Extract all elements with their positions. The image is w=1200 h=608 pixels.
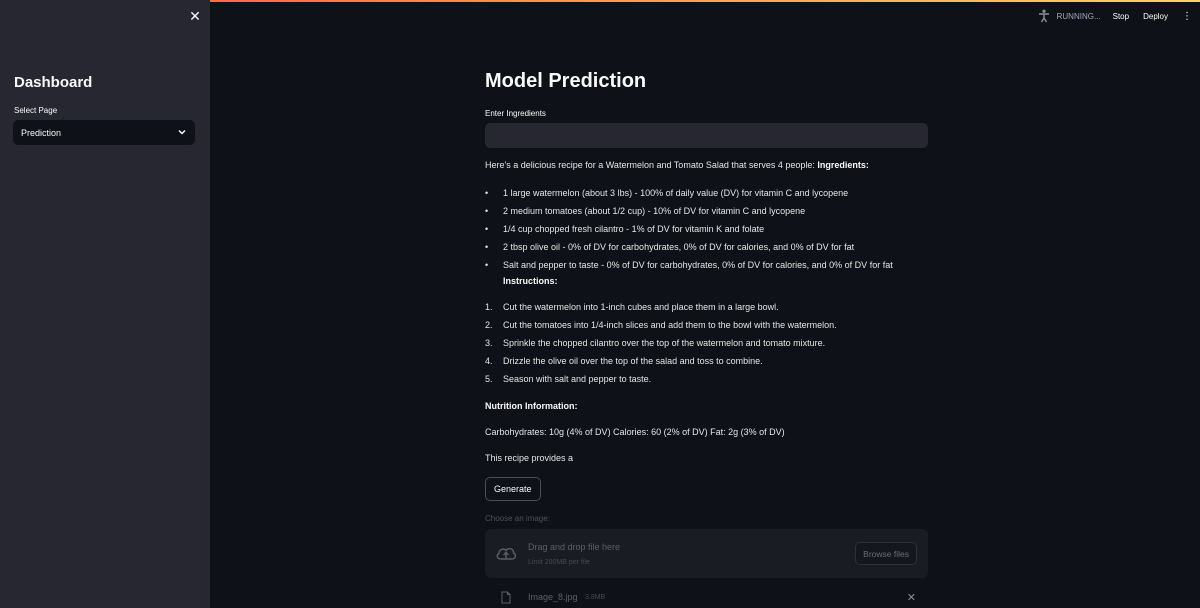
bullet-marker: • [485,224,489,234]
bullet-marker: • [485,188,489,198]
instruction-text: Cut the tomatoes into 1/4-inch slices an… [503,320,837,330]
instructions-heading: Instructions: [503,276,558,286]
browse-files-button[interactable]: Browse files [855,542,917,565]
cloud-upload-icon [496,547,517,560]
app-header-actions: RUNNING... Stop Deploy ⋮ [1037,5,1200,27]
step-number: 1. [485,302,493,312]
step-number: 4. [485,356,493,366]
instruction-text: Cut the watermelon into 1-inch cubes and… [503,302,779,312]
file-size: 3.8MB [585,594,606,601]
nutrition-heading: Nutrition Information: [485,401,578,411]
ingredient-text: 1/4 cup chopped fresh cilantro - 1% of D… [503,224,765,234]
file-dropzone[interactable]: Drag and drop file here Limit 200MB per … [485,529,928,578]
step-number: 3. [485,338,493,348]
ingredient-text: Salt and pepper to taste - 0% of DV for … [503,260,893,270]
main-menu-icon[interactable]: ⋮ [1182,11,1192,22]
file-uploader-label: Choose an image: [485,514,550,523]
intro-text: Here's a delicious recipe for a Watermel… [485,160,818,170]
intro-paragraph: Here's a delicious recipe for a Watermel… [485,160,869,170]
ingredient-text: 2 tbsp olive oil - 0% of DV for carbohyd… [503,242,855,252]
ingredients-input[interactable] [485,123,928,148]
page-select-value: Prediction [21,127,62,138]
instruction-text: Drizzle the olive oil over the top of th… [503,356,763,366]
remove-file-icon[interactable]: ✕ [907,591,916,604]
sidebar-title: Dashboard [14,74,93,91]
step-number: 2. [485,320,493,330]
deploy-button[interactable]: Deploy [1143,12,1168,21]
ingredient-text: 1 large watermelon (about 3 lbs) - 100% … [503,188,849,198]
instruction-text: Season with salt and pepper to taste. [503,374,652,384]
chevron-down-icon [178,129,186,135]
ingredient-text: 2 medium tomatoes (about 1/2 cup) - 10% … [503,206,806,216]
step-number: 5. [485,374,493,384]
uploaded-file: Image_8.jpg 3.8MB ✕ [485,588,928,608]
running-status: RUNNING... [1056,11,1101,21]
dropzone-limit: Limit 200MB per file [528,559,590,566]
bullet-marker: • [485,260,489,270]
ingredients-input-label: Enter Ingredients [485,109,546,118]
running-person-icon [1038,9,1049,23]
close-icon[interactable]: ✕ [188,9,202,23]
bullet-marker: • [485,206,489,216]
page-title: Model Prediction [485,70,647,92]
sidebar: ✕ Dashboard Select Page Prediction [0,0,210,608]
stop-button[interactable]: Stop [1113,12,1129,21]
dropzone-text: Drag and drop file here [528,542,621,552]
file-icon [501,591,511,604]
page-select[interactable]: Prediction [13,120,195,145]
nutrition-text: Carbohydrates: 10g (4% of DV) Calories: … [485,427,785,437]
bullet-marker: • [485,242,489,252]
ingredients-heading: Ingredients: [817,160,869,170]
instruction-text: Sprinkle the chopped cilantro over the t… [503,338,826,348]
closing-text: This recipe provides a [485,453,574,463]
file-name: Image_8.jpg [528,592,578,602]
generate-button[interactable]: Generate [485,477,541,501]
select-page-label: Select Page [14,106,58,115]
